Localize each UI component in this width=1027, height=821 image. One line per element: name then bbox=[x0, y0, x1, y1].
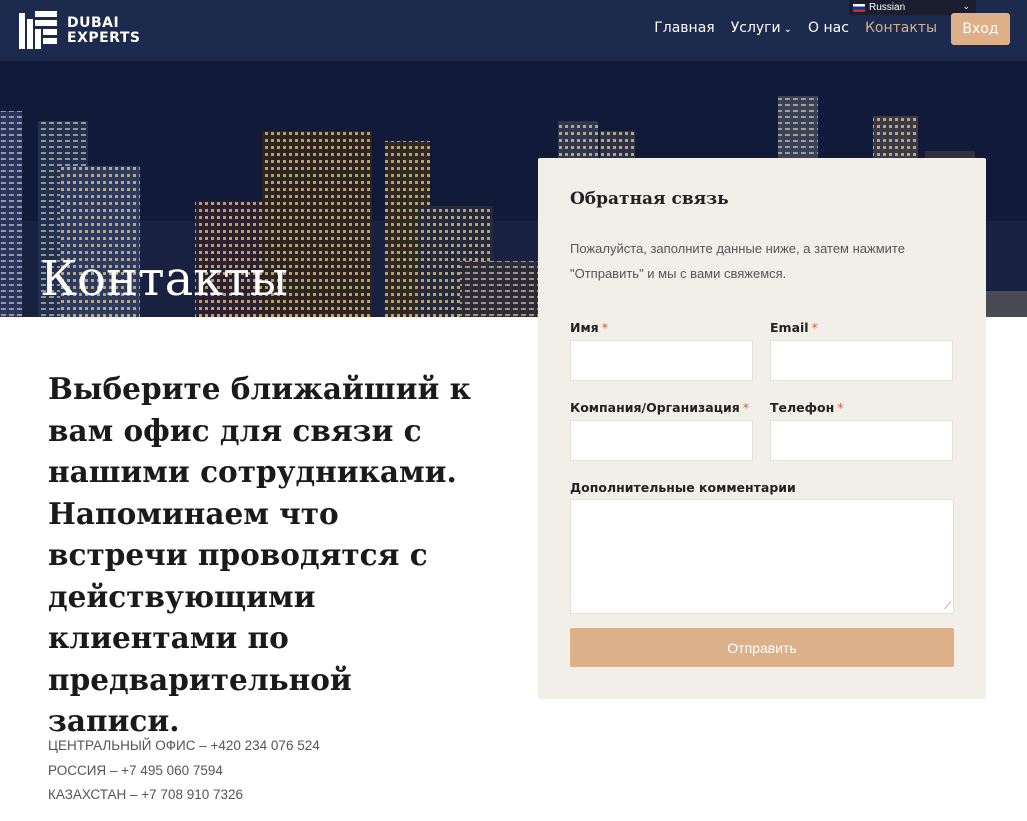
nav-item-services[interactable]: Услуги ⌄ bbox=[731, 20, 792, 36]
logo-mark-icon bbox=[19, 11, 57, 49]
email-label: Email * bbox=[770, 320, 818, 335]
main-nav: Главная Услуги ⌄ О нас Контакты bbox=[654, 20, 937, 36]
name-input[interactable] bbox=[570, 340, 753, 381]
company-label: Компания/Организация * bbox=[570, 400, 749, 415]
logo-line-2: EXPERTS bbox=[67, 30, 141, 46]
page-title: Контакты bbox=[40, 251, 288, 307]
form-title: Обратная связь bbox=[570, 189, 729, 209]
russia-flag-icon bbox=[853, 3, 865, 12]
office-central: ЦЕНТРАЛЬНЫЙ ОФИС – +420 234 076 524 bbox=[48, 738, 320, 753]
chevron-down-icon: ⌄ bbox=[962, 1, 970, 11]
submit-button[interactable]: Отправить bbox=[570, 628, 954, 667]
office-list: ЦЕНТРАЛЬНЫЙ ОФИС – +420 234 076 524 РОСС… bbox=[48, 734, 320, 808]
phone-label-text: Телефон bbox=[770, 400, 835, 415]
logo-text: DUBAI EXPERTS bbox=[67, 16, 140, 46]
nav-item-about[interactable]: О нас bbox=[808, 20, 849, 36]
required-mark: * bbox=[742, 400, 750, 415]
required-mark: * bbox=[601, 320, 608, 335]
comments-textarea[interactable]: ⟋ bbox=[570, 499, 954, 614]
form-description: Пожалуйста, заполните данные ниже, а зат… bbox=[570, 241, 905, 281]
office-kazakhstan: КАЗАХСТАН – +7 708 910 7326 bbox=[48, 787, 244, 802]
email-input[interactable] bbox=[770, 340, 953, 381]
nav-item-services-label: Услуги bbox=[730, 20, 781, 36]
email-label-text: Email bbox=[770, 320, 809, 335]
company-label-text: Компания/Организация bbox=[570, 400, 740, 415]
site-header: DUBAI EXPERTS Russian ⌄ Главная Услуги ⌄ … bbox=[0, 0, 1027, 61]
nav-item-contacts[interactable]: Контакты bbox=[865, 20, 937, 36]
logo[interactable]: DUBAI EXPERTS bbox=[17, 9, 187, 53]
office-russia: РОССИЯ – +7 495 060 7594 bbox=[48, 762, 223, 778]
phone-label: Телефон * bbox=[770, 400, 844, 415]
name-label: Имя * bbox=[570, 320, 608, 335]
resize-handle-icon[interactable]: ⟋ bbox=[944, 601, 951, 612]
nav-item-home[interactable]: Главная bbox=[654, 20, 714, 36]
logo-line-1: DUBAI bbox=[67, 15, 120, 31]
intro-heading: Выберите ближайший к вам офис для связи … bbox=[48, 371, 471, 738]
required-mark: * bbox=[811, 320, 818, 335]
name-label-text: Имя bbox=[570, 320, 599, 335]
comments-label: Дополнительные комментарии bbox=[570, 480, 796, 495]
required-mark: * bbox=[837, 400, 844, 415]
chevron-down-icon: ⌄ bbox=[783, 24, 793, 35]
company-input[interactable] bbox=[570, 420, 753, 461]
login-button[interactable]: Вход bbox=[951, 13, 1010, 45]
phone-input[interactable] bbox=[770, 420, 953, 461]
feedback-form: Обратная связь Пожалуйста, заполните дан… bbox=[538, 158, 986, 699]
language-label: Russian bbox=[869, 2, 906, 13]
